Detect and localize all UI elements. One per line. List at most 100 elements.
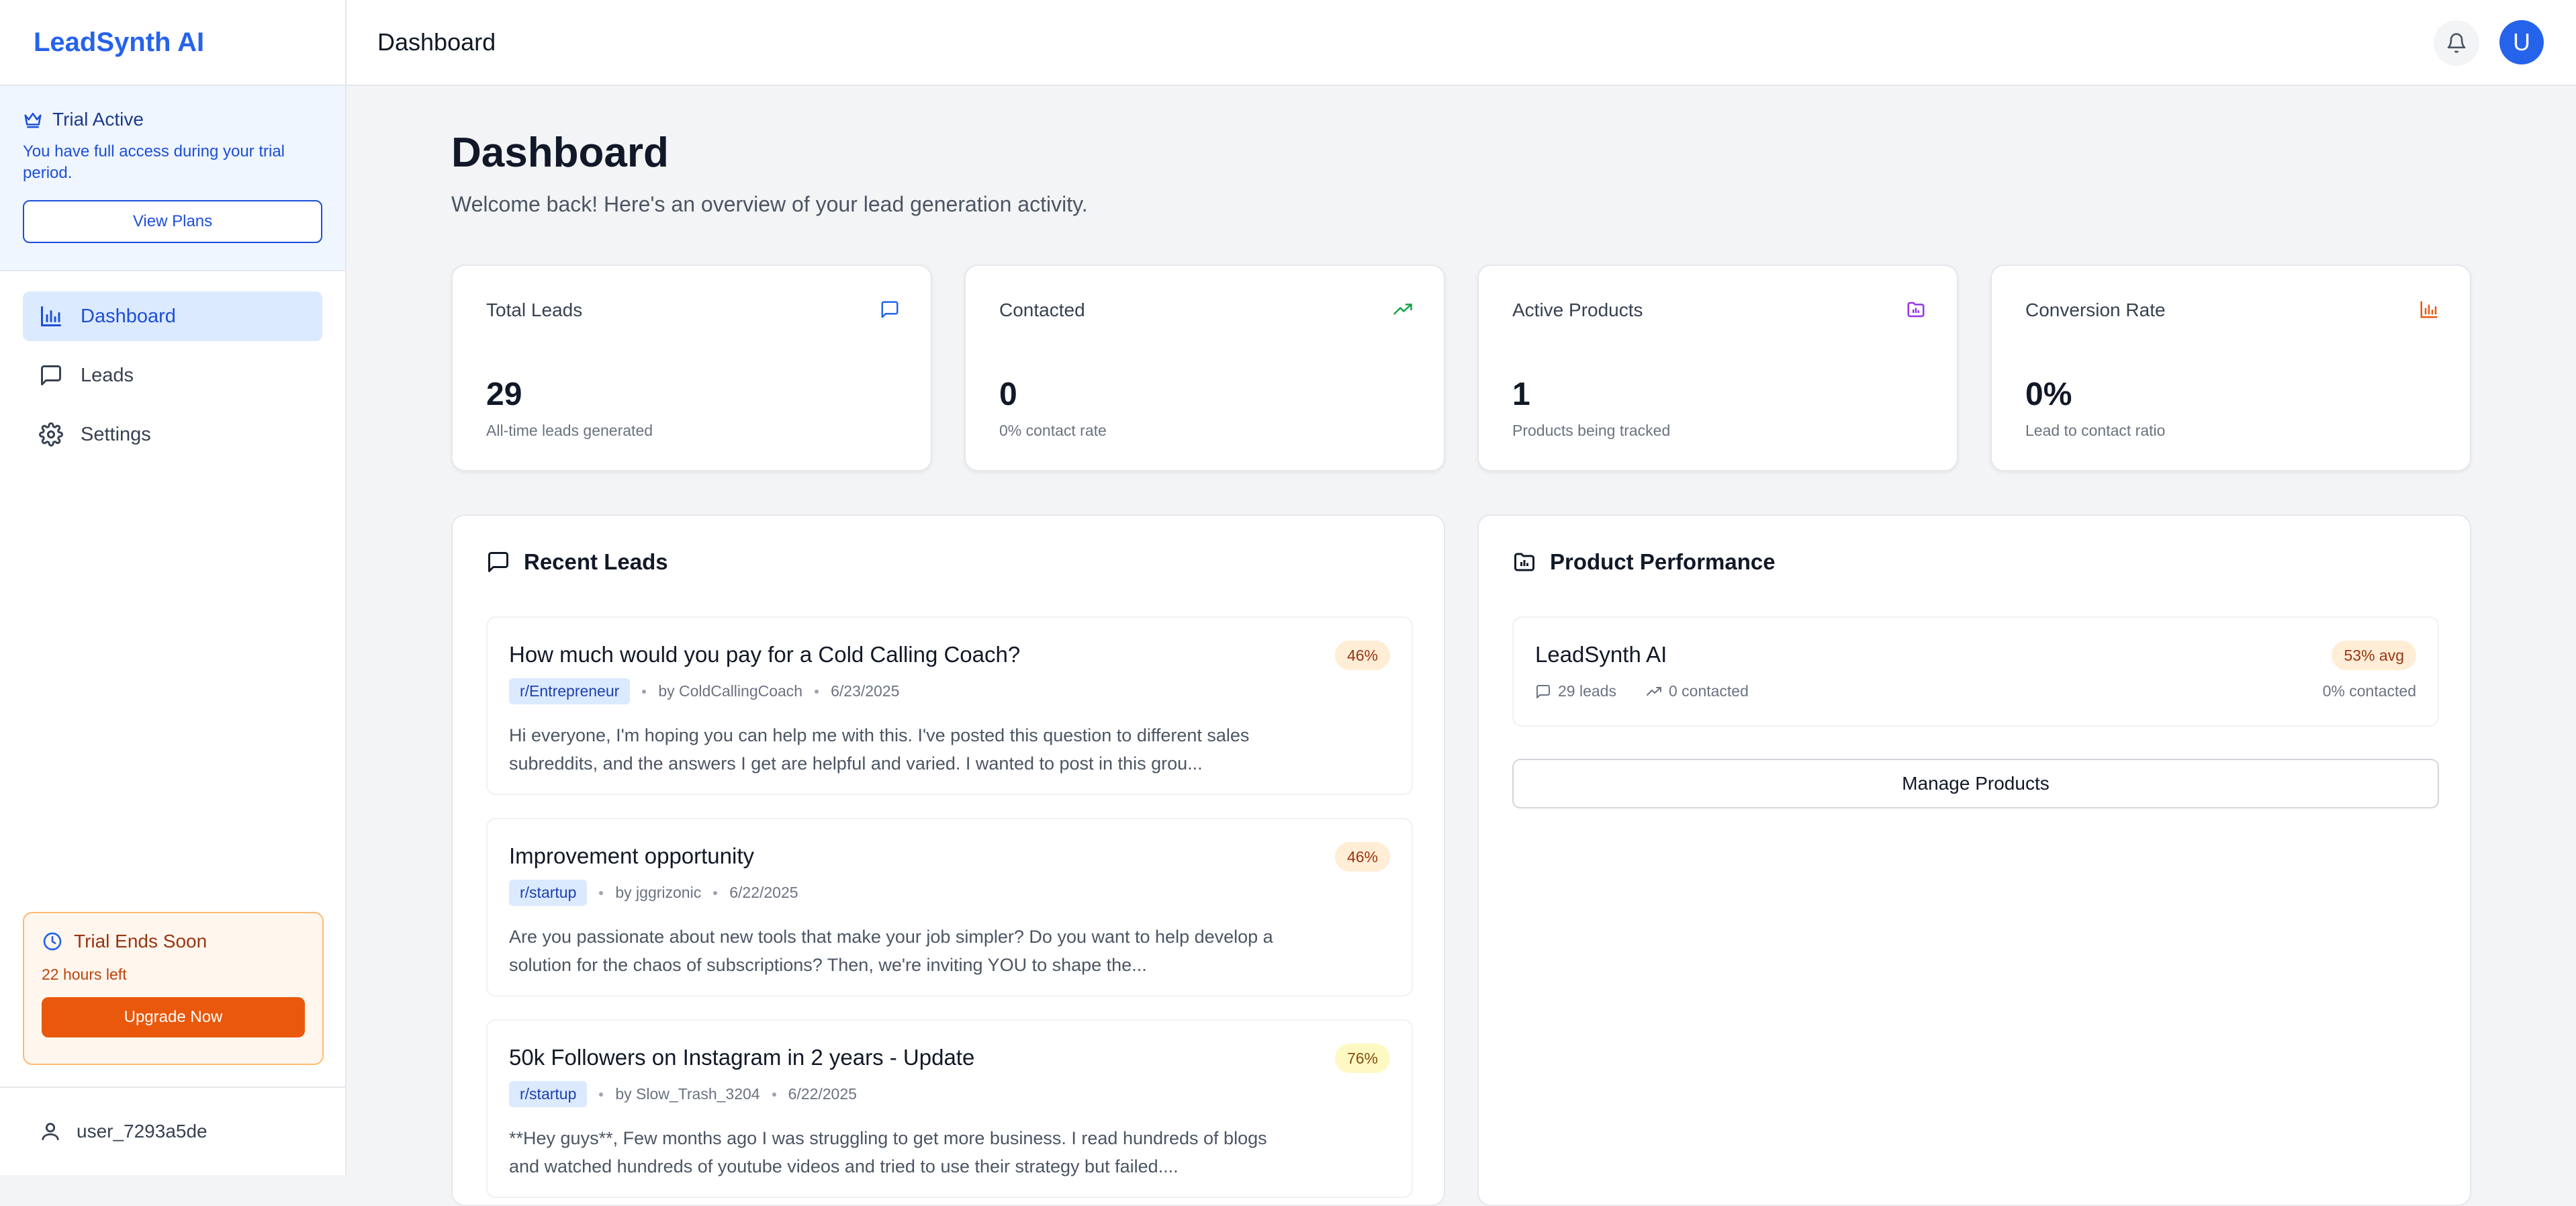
notifications-button[interactable]: [2434, 20, 2479, 66]
manage-products-button[interactable]: Manage Products: [1512, 759, 2439, 808]
stat-card-conversion-rate: Conversion Rate 0% Lead to contact ratio: [1990, 265, 2471, 471]
main-content: Dashboard Welcome back! Here's an overvi…: [347, 86, 2576, 1206]
separator-dot: [772, 1092, 776, 1097]
sidebar: LeadSynth AI Trial Active You have full …: [0, 0, 347, 1175]
lead-score-badge: 76%: [1334, 1043, 1390, 1073]
lead-score-badge: 46%: [1334, 842, 1390, 872]
stat-value: 1: [1512, 377, 1530, 412]
app-logo[interactable]: LeadSynth AI: [0, 0, 345, 86]
lead-card[interactable]: 50k Followers on Instagram in 2 years - …: [486, 1019, 1413, 1198]
product-meta: 29 leads 0 contacted: [1535, 682, 1749, 700]
stat-card-total-leads: Total Leads 29 All-time leads generated: [451, 265, 932, 471]
lead-meta: r/startup by jggrizonic 6/22/2025: [509, 880, 798, 906]
lead-title[interactable]: Improvement opportunity: [509, 843, 754, 869]
bar-chart-icon: [2419, 299, 2439, 320]
lead-title[interactable]: How much would you pay for a Cold Callin…: [509, 642, 1020, 667]
product-performance-panel: Product Performance LeadSynth AI 29 lead…: [1477, 514, 2471, 1206]
lead-author: by ColdCallingCoach: [658, 682, 803, 700]
message-icon: [39, 363, 63, 387]
sidebar-nav: Dashboard Leads Settings: [0, 271, 345, 489]
stat-card-active-products: Active Products 1 Products being tracked: [1477, 265, 1958, 471]
recent-leads-header: Recent Leads: [486, 549, 668, 575]
separator-dot: [599, 890, 604, 895]
stat-label: Contacted: [999, 299, 1085, 320]
folder-chart-icon: [1512, 550, 1536, 574]
bell-icon: [2446, 32, 2467, 54]
product-contacted-count: 0 contacted: [1668, 682, 1749, 700]
trial-ends-panel: Trial Ends Soon 22 hours left Upgrade No…: [23, 912, 324, 1065]
sidebar-item-leads[interactable]: Leads: [23, 351, 322, 400]
product-performance-header: Product Performance: [1512, 549, 1776, 575]
subreddit-tag[interactable]: r/startup: [509, 880, 588, 906]
sidebar-item-label: Settings: [81, 423, 151, 445]
lead-excerpt: Are you passionate about new tools that …: [509, 927, 1273, 975]
view-plans-button[interactable]: View Plans: [23, 200, 322, 243]
trending-up-icon: [1393, 299, 1413, 320]
stat-subtext: Products being tracked: [1512, 422, 1671, 439]
recent-leads-title: Recent Leads: [524, 549, 668, 574]
sidebar-item-label: Leads: [81, 364, 134, 386]
separator-dot: [713, 890, 718, 895]
lead-date: 6/22/2025: [788, 1085, 857, 1103]
trial-time-left: 22 hours left: [42, 966, 127, 983]
user-icon: [39, 1120, 62, 1143]
lead-meta: r/startup by Slow_Trash_3204 6/22/2025: [509, 1081, 857, 1107]
product-leads-count: 29 leads: [1558, 682, 1616, 700]
product-performance-title: Product Performance: [1550, 549, 1776, 574]
lead-date: 6/23/2025: [831, 682, 900, 700]
message-icon: [486, 550, 510, 574]
sidebar-item-settings[interactable]: Settings: [23, 410, 322, 459]
stat-label: Total Leads: [486, 299, 583, 320]
sidebar-item-label: Dashboard: [81, 305, 176, 327]
trial-title: Trial Active: [52, 109, 144, 130]
lead-score-badge: 46%: [1334, 641, 1390, 670]
bar-chart-icon: [39, 304, 63, 328]
lead-author: by Slow_Trash_3204: [615, 1085, 760, 1103]
stat-card-contacted: Contacted 0 0% contact rate: [964, 265, 1445, 471]
separator-dot: [815, 689, 819, 694]
lead-excerpt: **Hey guys**, Few months ago I was strug…: [509, 1128, 1267, 1176]
trial-active-panel: Trial Active You have full access during…: [0, 86, 345, 271]
stat-subtext: Lead to contact ratio: [2025, 422, 2166, 439]
clock-icon: [42, 931, 63, 952]
subreddit-tag[interactable]: r/Entrepreneur: [509, 678, 631, 704]
subreddit-tag[interactable]: r/startup: [509, 1081, 588, 1107]
separator-dot: [599, 1092, 604, 1097]
sidebar-item-dashboard[interactable]: Dashboard: [23, 291, 322, 341]
stat-subtext: 0% contact rate: [999, 422, 1107, 439]
stat-value: 29: [486, 377, 522, 412]
separator-dot: [642, 689, 647, 694]
product-avg-badge: 53% avg: [2332, 641, 2416, 670]
message-icon: [880, 299, 900, 320]
top-bar: Dashboard U: [347, 0, 2576, 86]
lead-excerpt: Hi everyone, I'm hoping you can help me …: [509, 725, 1250, 774]
header-title: Dashboard: [377, 28, 496, 56]
upgrade-now-button[interactable]: Upgrade Now: [42, 997, 305, 1037]
lead-card[interactable]: Improvement opportunity 46% r/startup by…: [486, 818, 1413, 996]
avatar[interactable]: U: [2499, 20, 2544, 64]
stat-subtext: All-time leads generated: [486, 422, 653, 439]
lead-meta: r/Entrepreneur by ColdCallingCoach 6/23/…: [509, 678, 899, 704]
page-title: Dashboard: [451, 130, 669, 176]
stat-label: Active Products: [1512, 299, 1643, 320]
folder-chart-icon: [1906, 299, 1926, 320]
lead-title[interactable]: 50k Followers on Instagram in 2 years - …: [509, 1045, 974, 1070]
lead-author: by jggrizonic: [615, 884, 702, 901]
product-contacted-pct: 0% contacted: [2322, 682, 2416, 700]
trial-ends-title: Trial Ends Soon: [74, 931, 208, 952]
lead-date: 6/22/2025: [729, 884, 798, 901]
trial-header: Trial Active: [23, 109, 322, 130]
recent-leads-panel: Recent Leads How much would you pay for …: [451, 514, 1445, 1206]
crown-icon: [23, 109, 43, 130]
message-icon: [1535, 684, 1551, 700]
page-subtitle: Welcome back! Here's an overview of your…: [451, 192, 1088, 216]
product-card[interactable]: LeadSynth AI 29 leads 0 contacted 53% av…: [1512, 616, 2439, 727]
product-name: LeadSynth AI: [1535, 642, 1667, 667]
stat-value: 0: [999, 377, 1017, 412]
user-profile[interactable]: user_7293a5de: [0, 1086, 345, 1175]
stat-label: Conversion Rate: [2025, 299, 2166, 320]
trial-ends-header: Trial Ends Soon: [42, 931, 305, 952]
trending-up-icon: [1646, 684, 1662, 700]
trial-description: You have full access during your trial p…: [23, 142, 285, 182]
lead-card[interactable]: How much would you pay for a Cold Callin…: [486, 616, 1413, 795]
